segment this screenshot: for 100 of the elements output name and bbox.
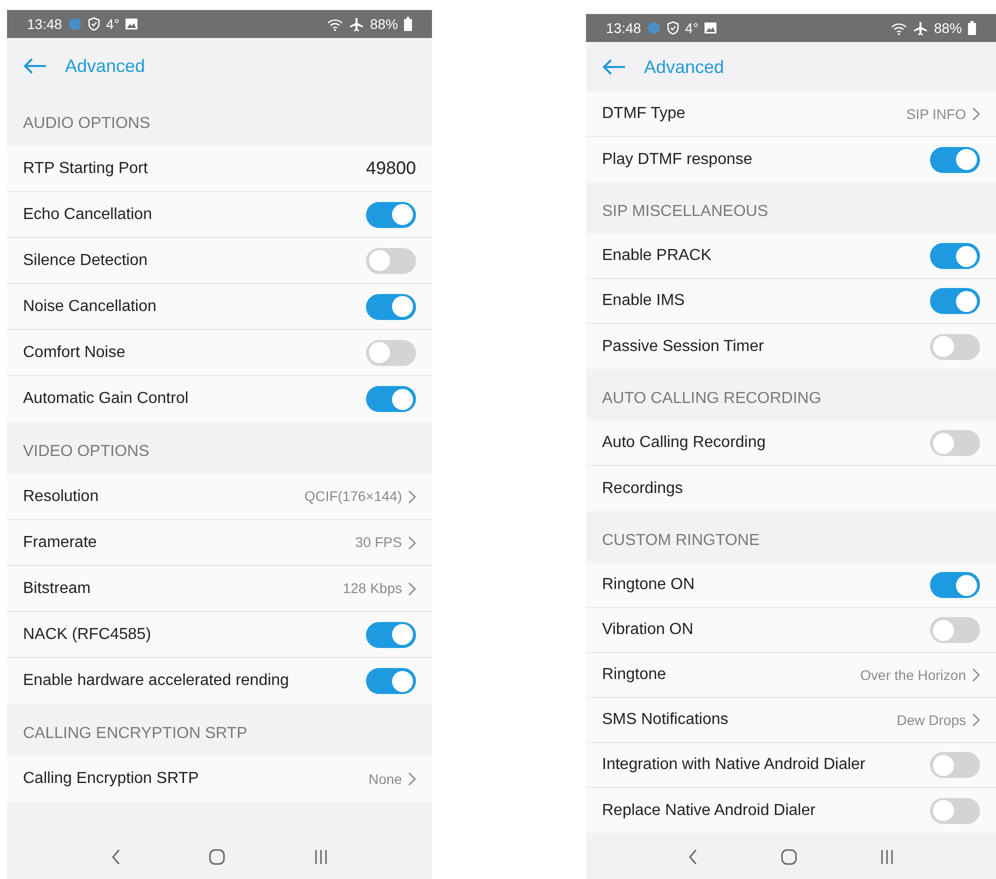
setting-label: Calling Encryption SRTP	[23, 769, 200, 789]
battery-icon	[404, 17, 412, 31]
toggle-switch[interactable]	[366, 248, 416, 274]
battery-level: 88%	[370, 14, 398, 34]
setting-row[interactable]: Recordings	[586, 466, 996, 511]
toggle-switch[interactable]	[366, 668, 416, 694]
setting-value: 128 Kbps	[342, 579, 402, 598]
setting-label: Resolution	[23, 486, 100, 506]
setting-label: SMS Notifications	[602, 710, 730, 730]
setting-label: Comfort Noise	[23, 342, 126, 362]
setting-row[interactable]: Bitstream 128 Kbps	[7, 566, 432, 612]
setting-value: 30 FPS	[355, 533, 402, 552]
recents-icon[interactable]	[880, 849, 894, 865]
section-header: VIDEO OPTIONS	[23, 442, 150, 462]
setting-row[interactable]: RTP Starting Port 49800	[7, 146, 432, 192]
setting-row[interactable]: Noise Cancellation	[7, 284, 432, 330]
chevron-right-icon	[408, 772, 416, 786]
setting-label: Replace Native Android Dialer	[602, 800, 816, 820]
recents-icon[interactable]	[314, 849, 328, 865]
chevron-right-icon	[972, 713, 980, 727]
setting-row[interactable]: Ringtone ON	[586, 563, 996, 608]
toggle-switch[interactable]	[930, 617, 980, 643]
home-icon[interactable]	[780, 849, 797, 865]
back-arrow-icon	[23, 58, 47, 74]
toggle-switch[interactable]	[930, 243, 980, 269]
toggle-switch[interactable]	[366, 202, 416, 228]
toggle-switch[interactable]	[366, 622, 416, 648]
setting-label: Recordings	[602, 478, 684, 498]
setting-row[interactable]: Echo Cancellation	[7, 192, 432, 238]
status-time: 13:48	[27, 14, 62, 34]
status-temperature: 4°	[685, 18, 698, 38]
chevron-right-icon	[408, 536, 416, 550]
setting-row[interactable]: Ringtone Over the Horizon	[586, 653, 996, 698]
dot-icon	[647, 21, 662, 35]
toggle-switch[interactable]	[930, 752, 980, 778]
setting-label: Auto Calling Recording	[602, 433, 767, 453]
setting-row[interactable]: Automatic Gain Control	[7, 376, 432, 422]
shield-icon	[667, 21, 680, 35]
setting-label: Passive Session Timer	[602, 336, 765, 356]
setting-label: Enable hardware accelerated rending	[23, 671, 290, 691]
back-icon[interactable]	[111, 849, 122, 865]
toggle-switch[interactable]	[930, 572, 980, 598]
setting-row[interactable]: Silence Detection	[7, 238, 432, 284]
image-icon	[704, 22, 718, 34]
setting-label: RTP Starting Port	[23, 158, 149, 178]
section-header: SIP MISCELLANEOUS	[602, 202, 768, 222]
toggle-switch[interactable]	[930, 146, 980, 172]
setting-label: Vibration ON	[602, 620, 694, 640]
setting-row[interactable]: Vibration ON	[586, 608, 996, 653]
setting-label: Ringtone ON	[602, 575, 696, 595]
status-time: 13:48	[606, 18, 642, 38]
setting-row[interactable]: Play DTMF response	[586, 137, 996, 182]
setting-row[interactable]: Auto Calling Recording	[586, 421, 996, 466]
toggle-switch[interactable]	[930, 798, 980, 824]
setting-label: Enable PRACK	[602, 246, 712, 266]
setting-row[interactable]: Integration with Native Android Dialer	[586, 743, 996, 788]
chevron-right-icon	[408, 490, 416, 504]
setting-label: Noise Cancellation	[23, 296, 158, 316]
chevron-right-icon	[972, 107, 980, 121]
setting-row[interactable]: Passive Session Timer	[586, 324, 996, 369]
setting-row[interactable]: Enable hardware accelerated rending	[7, 658, 432, 704]
toggle-switch[interactable]	[366, 294, 416, 320]
setting-label: Play DTMF response	[602, 150, 754, 170]
setting-row[interactable]: Comfort Noise	[7, 330, 432, 376]
setting-label: Framerate	[23, 532, 98, 552]
back-icon[interactable]	[688, 849, 698, 865]
setting-row[interactable]: Calling Encryption SRTP None	[7, 756, 432, 802]
screen-title: Advanced	[65, 54, 146, 78]
screen-title: Advanced	[644, 56, 724, 78]
setting-label: Enable IMS	[602, 291, 686, 311]
section-header: AUDIO OPTIONS	[23, 114, 150, 134]
setting-label: Ringtone	[602, 665, 668, 685]
section-header: CALLING ENCRYPTION SRTP	[23, 724, 248, 744]
setting-label: Echo Cancellation	[23, 204, 153, 224]
setting-value: QCIF(176×144)	[304, 487, 402, 506]
setting-row[interactable]: NACK (RFC4585)	[7, 612, 432, 658]
status-temperature: 4°	[106, 14, 120, 34]
setting-row[interactable]: Replace Native Android Dialer	[586, 788, 996, 833]
toggle-switch[interactable]	[930, 430, 980, 456]
shield-icon	[88, 17, 100, 31]
chevron-right-icon	[408, 582, 416, 596]
toggle-switch[interactable]	[930, 334, 980, 360]
setting-row[interactable]: DTMF Type SIP INFO	[586, 92, 996, 137]
home-icon[interactable]	[209, 849, 226, 865]
setting-row[interactable]: Framerate 30 FPS	[7, 520, 432, 566]
setting-row[interactable]: SMS Notifications Dew Drops	[586, 698, 996, 743]
back-arrow-icon	[602, 59, 626, 75]
setting-row[interactable]: Resolution QCIF(176×144)	[7, 474, 432, 520]
toggle-switch[interactable]	[930, 288, 980, 314]
setting-value: SIP INFO	[906, 104, 966, 124]
toggle-switch[interactable]	[366, 386, 416, 412]
setting-row[interactable]: Enable IMS	[586, 279, 996, 324]
setting-label: Integration with Native Android Dialer	[602, 755, 866, 775]
airplane-icon	[912, 20, 928, 36]
setting-row[interactable]: Enable PRACK	[586, 234, 996, 279]
setting-label: NACK (RFC4585)	[23, 624, 152, 644]
toggle-switch[interactable]	[366, 340, 416, 366]
setting-label: DTMF Type	[602, 104, 686, 124]
image-icon	[125, 18, 138, 30]
battery-icon	[968, 21, 976, 35]
